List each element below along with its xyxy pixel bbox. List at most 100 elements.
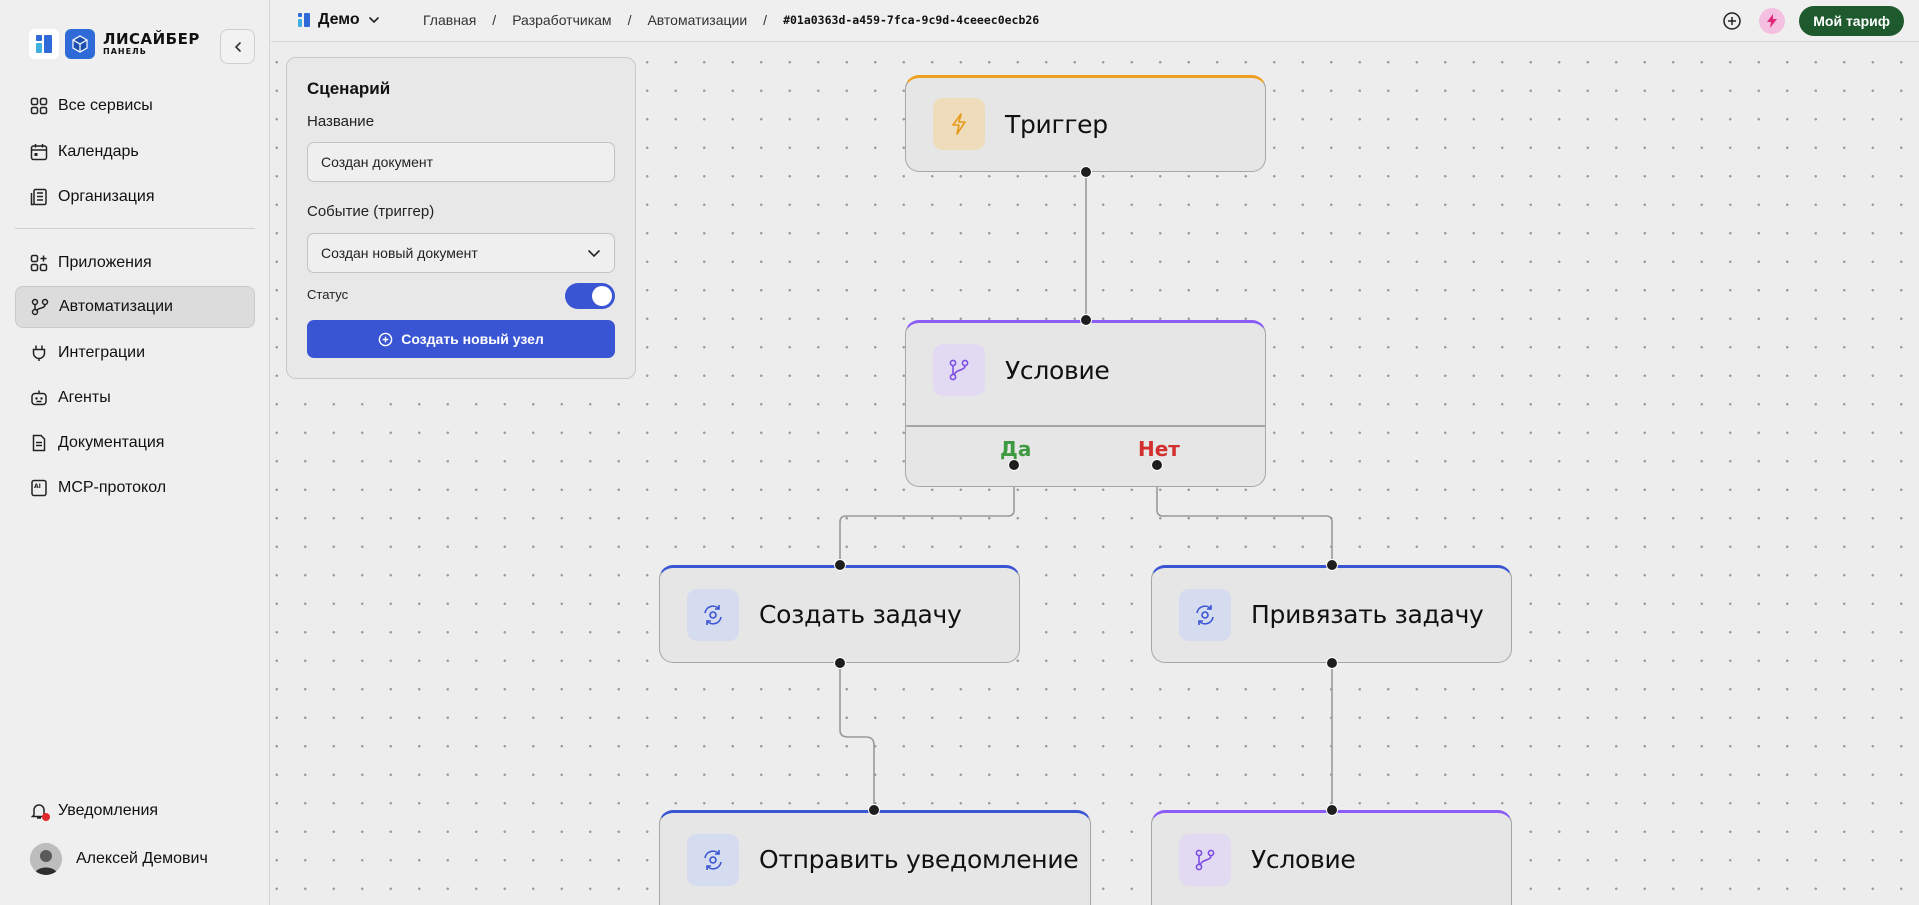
collapse-sidebar-button[interactable] — [220, 29, 255, 64]
notification-dot — [42, 813, 50, 821]
branch-no-label: Нет — [1138, 437, 1180, 461]
sidebar-divider — [15, 228, 255, 229]
plug-icon — [30, 344, 48, 362]
sidebar-item-label: Агенты — [58, 389, 111, 406]
port-create-task-in[interactable] — [834, 559, 846, 571]
grid-icon — [30, 97, 48, 115]
sidebar-item-integrations[interactable]: Интеграции — [15, 332, 255, 374]
node-condition-2[interactable]: Условие — [1151, 810, 1512, 905]
logo-title: ЛИСАЙБЕР — [103, 30, 200, 48]
port-notify-in[interactable] — [868, 804, 880, 816]
event-select-value: Создан новый документ — [321, 245, 478, 261]
sidebar-item-label: Автоматизации — [59, 298, 173, 315]
my-plan-button[interactable]: Мой тариф — [1799, 6, 1904, 36]
topbar: Демо Главная / Разработчикам / Автоматиз… — [271, 0, 1919, 42]
node-trigger[interactable]: Триггер — [905, 75, 1266, 172]
ai-doc-icon: AI — [30, 479, 48, 497]
logo-subtitle: ПАНЕЛЬ — [103, 47, 147, 56]
plus-circle-icon — [1723, 12, 1741, 30]
status-toggle[interactable] — [565, 283, 615, 309]
svg-text:AI: AI — [34, 483, 41, 490]
port-trigger-out[interactable] — [1080, 166, 1092, 178]
sync-gear-icon — [1179, 588, 1231, 641]
plus-circle-icon — [378, 332, 393, 346]
event-select[interactable]: Создан новый документ — [307, 233, 615, 273]
node-condition[interactable]: Условие Да Нет — [905, 320, 1266, 487]
sidebar-item-calendar[interactable]: Календарь — [15, 131, 255, 173]
chevron-down-icon — [368, 17, 379, 24]
sidebar-item-label: Приложения — [58, 254, 152, 271]
workspace-logo-icon — [298, 13, 310, 27]
sidebar: ЛИСАЙБЕР ПАНЕЛЬ Все сервисы Календарь Ор… — [0, 0, 270, 905]
document-icon — [30, 434, 48, 452]
branch-yes-label: Да — [1000, 437, 1032, 461]
name-label: Название — [307, 113, 375, 130]
sidebar-item-label: Интеграции — [58, 344, 146, 361]
sidebar-item-label: Все сервисы — [58, 97, 153, 114]
scenario-name-value: Создан документ — [321, 154, 434, 170]
node-create-task[interactable]: Создать задачу — [659, 565, 1020, 663]
logo[interactable]: ЛИСАЙБЕР ПАНЕЛЬ — [29, 29, 200, 59]
sidebar-item-apps[interactable]: Приложения — [15, 242, 255, 284]
calendar-icon — [30, 143, 48, 161]
sidebar-item-label: Организация — [58, 188, 155, 205]
node-link-task[interactable]: Привязать задачу — [1151, 565, 1512, 663]
port-link-task-in[interactable] — [1326, 559, 1338, 571]
sync-gear-icon — [687, 588, 739, 641]
status-label: Статус — [307, 287, 349, 302]
notifications-button[interactable]: Уведомления — [15, 790, 255, 832]
chevron-down-icon — [588, 250, 600, 258]
breadcrumb-current-id: #01a0363d-a459-7fca-9c9d-4ceeec0ecb26 — [783, 13, 1040, 27]
chevron-left-icon — [234, 41, 241, 52]
breadcrumb-developers[interactable]: Разработчикам — [512, 12, 611, 28]
sidebar-item-organization[interactable]: Организация — [15, 176, 255, 218]
scenario-panel: Сценарий Название Создан документ Событи… — [286, 57, 636, 379]
port-link-task-out[interactable] — [1326, 657, 1338, 669]
logo-mark-left — [29, 29, 59, 59]
create-node-label: Создать новый узел — [401, 331, 544, 347]
node-title: Привязать задачу — [1251, 600, 1484, 629]
avatar — [30, 843, 62, 875]
node-title: Создать задачу — [759, 600, 962, 629]
node-title: Триггер — [1005, 109, 1108, 139]
apps-icon — [30, 254, 48, 272]
sidebar-item-automations[interactable]: Автоматизации — [15, 286, 255, 328]
sync-gear-icon — [687, 833, 739, 886]
port-condition2-in[interactable] — [1326, 804, 1338, 816]
node-title: Условие — [1005, 355, 1110, 385]
node-title: Условие — [1251, 845, 1356, 874]
port-condition-no[interactable] — [1151, 459, 1163, 471]
user-name: Алексей Демович — [76, 850, 208, 867]
port-condition-in[interactable] — [1080, 314, 1092, 326]
node-send-notification[interactable]: Отправить уведомление — [659, 810, 1091, 905]
sidebar-item-agents[interactable]: Агенты — [15, 377, 255, 419]
port-condition-yes[interactable] — [1008, 459, 1020, 471]
breadcrumb-automations[interactable]: Автоматизации — [647, 12, 747, 28]
sidebar-item-mcp[interactable]: AI MCP-протокол — [15, 467, 255, 509]
workflow-icon — [31, 298, 49, 316]
node-title: Отправить уведомление — [759, 845, 1079, 874]
user-profile[interactable]: Алексей Демович — [30, 843, 208, 875]
branch-icon — [1179, 833, 1231, 886]
cube-icon — [65, 29, 95, 59]
sidebar-item-label: MCP-протокол — [58, 479, 167, 496]
sidebar-item-all-services[interactable]: Все сервисы — [15, 85, 255, 127]
breadcrumb: Главная / Разработчикам / Автоматизации … — [423, 12, 1040, 28]
scenario-name-input[interactable]: Создан документ — [307, 142, 615, 182]
bell-icon — [30, 802, 50, 821]
bolt-icon — [1767, 14, 1778, 28]
breadcrumb-home[interactable]: Главная — [423, 12, 476, 28]
quick-actions-button[interactable] — [1759, 8, 1786, 34]
sidebar-item-label: Календарь — [58, 143, 139, 160]
port-create-task-out[interactable] — [834, 657, 846, 669]
add-button[interactable] — [1719, 8, 1745, 34]
sidebar-item-documentation[interactable]: Документация — [15, 422, 255, 464]
sidebar-item-label: Документация — [58, 434, 165, 451]
create-node-button[interactable]: Создать новый узел — [307, 320, 615, 358]
event-label: Событие (триггер) — [307, 203, 435, 220]
bolt-icon — [933, 98, 985, 150]
branch-divider — [906, 425, 1265, 427]
workspace-switcher[interactable]: Демо — [298, 11, 380, 29]
building-icon — [30, 188, 48, 206]
panel-title: Сценарий — [307, 79, 391, 98]
